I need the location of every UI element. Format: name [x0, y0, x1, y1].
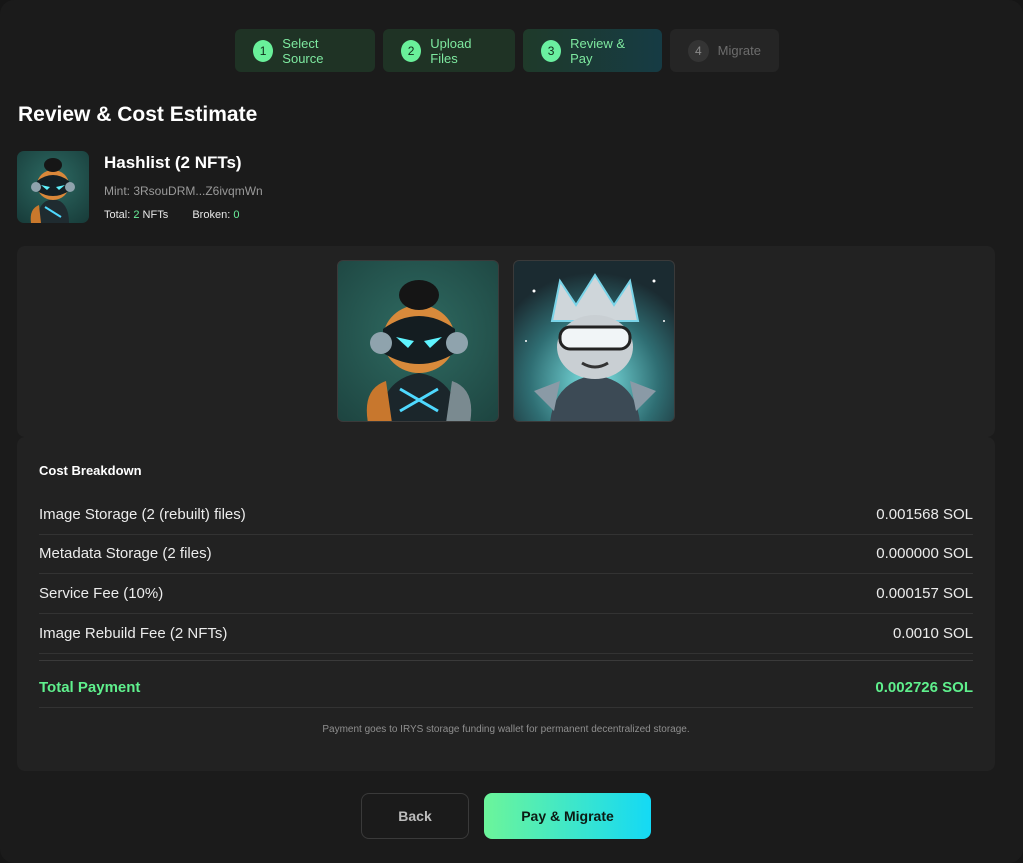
broken-count: 0: [233, 209, 240, 221]
total-value: 0.002726 SOL: [875, 679, 973, 696]
back-button[interactable]: Back: [361, 793, 469, 839]
page-title: Review & Cost Estimate: [18, 103, 258, 126]
collection-summary: Hashlist (2 NFTs) Mint: 3RsouDRM...Z6ivq…: [17, 151, 263, 223]
total-label: Total:: [104, 209, 131, 221]
total-payment-row: Total Payment 0.002726 SOL: [39, 668, 973, 708]
step-label: Select Source: [282, 35, 324, 66]
cost-label: Metadata Storage (2 files): [39, 545, 212, 562]
cost-row-service-fee: Service Fee (10%) 0.000157 SOL: [39, 574, 973, 614]
step-number: 1: [253, 39, 274, 62]
broken-label: Broken:: [192, 209, 231, 221]
nft-gallery: [17, 246, 995, 437]
step-label: Upload Files: [430, 35, 472, 66]
collection-name: Hashlist (2 NFTs): [104, 153, 242, 172]
step-number: 2: [401, 39, 422, 62]
total-suffix: NFTs: [142, 209, 169, 221]
migration-stepper: 1 Select Source 2 Upload Files 3 Review …: [235, 29, 779, 72]
pay-and-migrate-button[interactable]: Pay & Migrate: [484, 793, 651, 839]
cost-value: 0.001568 SOL: [876, 506, 973, 523]
mint-address: Mint: 3RsouDRM...Z6ivqmWn: [104, 184, 263, 198]
collection-counts: Total: 2 NFTs Broken: 0: [104, 209, 263, 221]
cost-label: Service Fee (10%): [39, 585, 164, 602]
step-upload-files[interactable]: 2 Upload Files: [383, 29, 515, 72]
cost-row-image-rebuild-fee: Image Rebuild Fee (2 NFTs) 0.0010 SOL: [39, 614, 973, 654]
step-label: Review & Pay: [570, 35, 626, 66]
total-count: 2: [133, 209, 140, 221]
collection-thumbnail: [17, 151, 89, 223]
payment-note: Payment goes to IRYS storage funding wal…: [322, 724, 690, 735]
step-number: 4: [688, 39, 709, 62]
cost-value: 0.0010 SOL: [892, 625, 973, 642]
nft-image-king[interactable]: [513, 260, 675, 422]
ninja-avatar-image: [30, 158, 75, 223]
cost-value: 0.000157 SOL: [876, 585, 973, 602]
cost-row-image-storage: Image Storage (2 (rebuilt) files) 0.0015…: [39, 495, 973, 535]
cost-label: Image Rebuild Fee (2 NFTs): [39, 625, 228, 642]
app-window: 1 Select Source 2 Upload Files 3 Review …: [0, 0, 1023, 863]
step-migrate: 4 Migrate: [670, 29, 779, 72]
nft-image-ninja[interactable]: [337, 260, 499, 422]
step-number: 3: [541, 39, 562, 62]
step-review-pay[interactable]: 3 Review & Pay: [523, 29, 662, 72]
total-label: Total Payment: [39, 679, 141, 696]
cost-breakdown-heading: Cost Breakdown: [39, 463, 142, 478]
step-label: Migrate: [717, 43, 761, 58]
cost-value: 0.000000 SOL: [876, 545, 973, 562]
divider: [39, 660, 973, 661]
step-select-source[interactable]: 1 Select Source: [235, 29, 375, 72]
cost-row-metadata-storage: Metadata Storage (2 files) 0.000000 SOL: [39, 534, 973, 574]
cost-label: Image Storage (2 (rebuilt) files): [39, 506, 246, 523]
cost-breakdown-panel: Cost Breakdown Image Storage (2 (rebuilt…: [17, 437, 995, 771]
